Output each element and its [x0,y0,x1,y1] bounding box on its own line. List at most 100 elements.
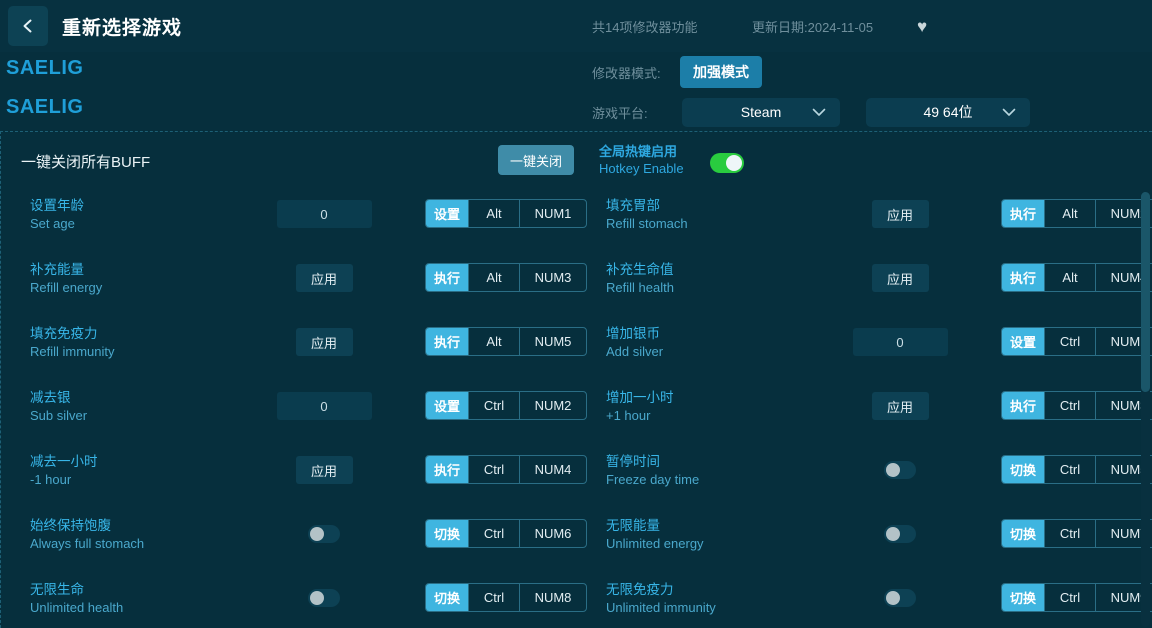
hotkey-key[interactable]: NUM5 [519,328,586,355]
hotkey-modifier[interactable]: Ctrl [468,392,519,419]
cheat-apply-button[interactable]: 应用 [295,264,353,292]
hotkey-key[interactable]: NUM2 [519,392,586,419]
cheat-control [805,456,995,484]
cheat-apply-button[interactable]: 应用 [295,328,353,356]
hotkey-action[interactable]: 执行 [426,264,468,291]
hotkey-modifier[interactable]: Ctrl [468,456,519,483]
cheat-label: 始终保持饱腹 Always full stomach [30,517,144,553]
heart-icon[interactable]: ♥ [917,18,927,35]
hotkey-action[interactable]: 切换 [426,584,468,611]
cheat-row: 增加银币 Add silver 0 设置 Ctrl NUM1 [577,316,1152,380]
trainer-mode-label: 修改器模式: [592,65,661,81]
cheat-row: 补充能量 Refill energy 应用 执行 Alt NUM3 [1,252,587,316]
cheat-apply-button[interactable]: 应用 [295,456,353,484]
hotkey-modifier[interactable]: Alt [1044,200,1095,227]
cheat-control: 应用 [229,264,419,292]
hotkey-key[interactable]: NUM3 [519,264,586,291]
cheat-label-cn: 设置年龄 [30,198,84,213]
cheat-value-input[interactable]: 0 [276,200,372,228]
chevron-down-icon [1002,104,1016,120]
hotkey-group[interactable]: 执行 Ctrl NUM3 [1001,391,1152,420]
toggle-knob [886,591,900,605]
hotkey-action[interactable]: 执行 [1002,264,1044,291]
hotkey-group[interactable]: 设置 Ctrl NUM1 [1001,327,1152,356]
cheat-apply-button[interactable]: 应用 [871,392,929,420]
close-all-buffs-button[interactable]: 一键关闭 [498,145,574,175]
cheat-label: 增加一小时 +1 hour [606,389,674,425]
cheat-row: 补充生命值 Refill health 应用 执行 Alt NUM4 [577,252,1152,316]
cheat-value-input[interactable]: 0 [852,328,948,356]
cheat-label: 填充胃部 Refill stomach [606,197,688,233]
hotkey-action[interactable]: 切换 [426,520,468,547]
hotkey-group[interactable]: 设置 Alt NUM1 [425,199,587,228]
hotkey-action[interactable]: 切换 [1002,584,1044,611]
hotkey-modifier[interactable]: Ctrl [1044,584,1095,611]
cheat-label-en: Refill stomach [606,216,688,231]
hotkey-modifier[interactable]: Ctrl [1044,328,1095,355]
cheat-label: 补充能量 Refill energy [30,261,102,297]
hotkey-group[interactable]: 切换 Ctrl NUM9 [1001,583,1152,612]
hotkey-action[interactable]: 切换 [1002,520,1044,547]
hotkey-action[interactable]: 设置 [426,200,468,227]
cheat-control: 应用 [805,392,995,420]
hotkey-key[interactable]: NUM6 [519,520,586,547]
cheat-toggle[interactable] [884,461,916,479]
cheat-label-en: Always full stomach [30,536,145,551]
hotkey-modifier[interactable]: Ctrl [468,520,519,547]
hotkey-modifier[interactable]: Alt [468,200,519,227]
hotkey-key[interactable]: NUM1 [519,200,586,227]
hotkey-action[interactable]: 执行 [426,328,468,355]
hotkey-group[interactable]: 执行 Alt NUM4 [1001,263,1152,292]
cheat-apply-button[interactable]: 应用 [871,200,929,228]
cheat-toggle[interactable] [308,525,340,543]
cheat-row: 暂停时间 Freeze day time 切换 Ctrl NUM5 [577,444,1152,508]
hotkey-modifier[interactable]: Alt [1044,264,1095,291]
chevron-left-icon [19,17,37,35]
hotkey-action[interactable]: 执行 [1002,200,1044,227]
game-title-block: SAELIG SAELIG 修改器模式: 加强模式 游戏平台: Steam 49… [0,52,1152,131]
hotkey-modifier[interactable]: Ctrl [1044,456,1095,483]
hotkey-key[interactable]: NUM8 [519,584,586,611]
hotkey-action[interactable]: 执行 [1002,392,1044,419]
hotkey-group[interactable]: 执行 Alt NUM3 [425,263,587,292]
hotkey-group[interactable]: 执行 Alt NUM2 [1001,199,1152,228]
hotkey-modifier[interactable]: Alt [468,264,519,291]
back-button[interactable] [8,6,48,46]
hotkey-action[interactable]: 设置 [1002,328,1044,355]
hotkey-group[interactable]: 切换 Ctrl NUM7 [1001,519,1152,548]
platform-select[interactable]: Steam [682,97,840,127]
cheat-label: 暂停时间 Freeze day time [606,453,699,489]
hotkey-action[interactable]: 设置 [426,392,468,419]
trainer-mode-button[interactable]: 加强模式 [680,56,762,88]
toggle-knob [886,463,900,477]
hotkey-group[interactable]: 执行 Alt NUM5 [425,327,587,356]
hotkey-modifier[interactable]: Ctrl [468,584,519,611]
vertical-scrollbar[interactable] [1141,192,1150,627]
cheat-row: 填充免疫力 Refill immunity 应用 执行 Alt NUM5 [1,316,587,380]
hotkey-action[interactable]: 执行 [426,456,468,483]
hotkey-action[interactable]: 切换 [1002,456,1044,483]
hotkey-group[interactable]: 执行 Ctrl NUM4 [425,455,587,484]
architecture-select[interactable]: 49 64位 [866,97,1030,127]
hotkey-group[interactable]: 切换 Ctrl NUM5 [1001,455,1152,484]
game-platform-label: 游戏平台: [592,105,648,121]
scrollbar-thumb[interactable] [1141,192,1150,392]
cheat-toggle[interactable] [308,589,340,607]
hotkey-group[interactable]: 切换 Ctrl NUM6 [425,519,587,548]
cheat-label-cn: 补充生命值 [606,262,674,277]
hotkey-modifier[interactable]: Ctrl [1044,520,1095,547]
cheat-label-cn: 始终保持饱腹 [30,518,111,533]
trainer-mode-row: 修改器模式: 加强模式 [592,52,1152,92]
hotkey-modifier[interactable]: Alt [468,328,519,355]
hotkey-group[interactable]: 切换 Ctrl NUM8 [425,583,587,612]
cheat-toggle[interactable] [884,525,916,543]
hotkey-group[interactable]: 设置 Ctrl NUM2 [425,391,587,420]
cheat-apply-button[interactable]: 应用 [871,264,929,292]
cheat-toggle[interactable] [884,589,916,607]
cheat-value-input[interactable]: 0 [276,392,372,420]
cheat-label-en: Freeze day time [606,472,700,487]
hotkey-modifier[interactable]: Ctrl [1044,392,1095,419]
cheat-label-cn: 无限能量 [606,518,660,533]
hotkey-enable-toggle[interactable] [710,153,744,173]
hotkey-key[interactable]: NUM4 [519,456,586,483]
